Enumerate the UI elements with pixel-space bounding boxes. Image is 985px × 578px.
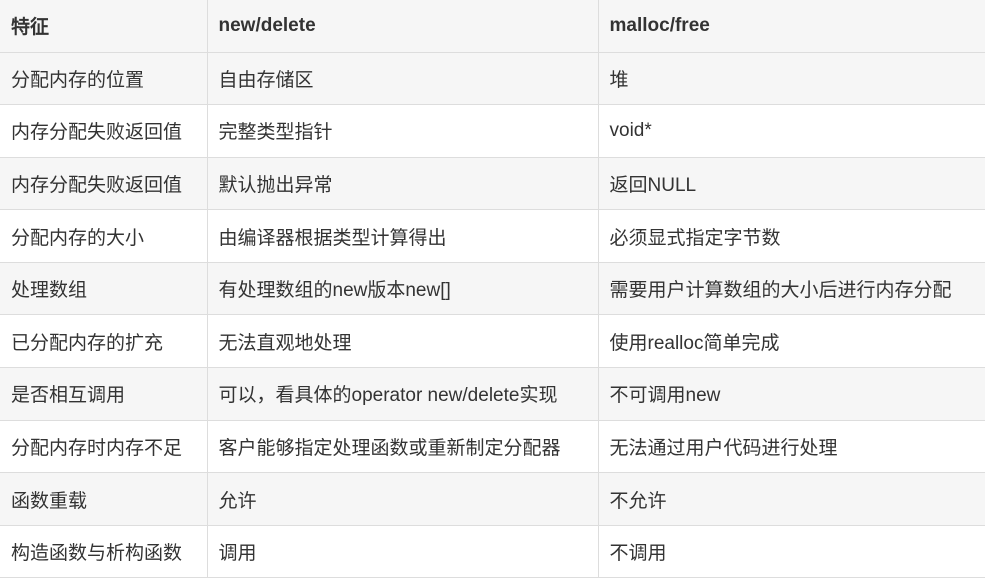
feature-cell: 分配内存的大小 xyxy=(0,209,208,263)
header-feature: 特征 xyxy=(0,0,208,53)
malloc-free-cell: 不调用 xyxy=(597,524,985,578)
malloc-free-cell: 堆 xyxy=(597,51,985,106)
new-delete-cell: 自由存储区 xyxy=(206,51,599,106)
new-delete-cell: 有处理数组的new版本new[] xyxy=(206,261,599,316)
table-row: 构造函数与析构函数 调用 不调用 xyxy=(0,524,985,578)
malloc-free-cell: 不允许 xyxy=(597,472,985,526)
table-row: 处理数组 有处理数组的new版本new[] 需要用户计算数组的大小后进行内存分配 xyxy=(0,261,985,316)
table-row: 内存分配失败返回值 默认抛出异常 返回NULL xyxy=(0,156,985,211)
header-malloc-free: malloc/free xyxy=(597,0,985,53)
table-row: 函数重载 允许 不允许 xyxy=(0,472,985,526)
new-delete-cell: 允许 xyxy=(206,472,599,526)
new-delete-cell: 完整类型指针 xyxy=(206,104,599,158)
malloc-free-cell: 需要用户计算数组的大小后进行内存分配 xyxy=(597,261,985,316)
feature-cell: 内存分配失败返回值 xyxy=(0,104,208,158)
table-row: 已分配内存的扩充 无法直观地处理 使用realloc简单完成 xyxy=(0,314,985,369)
malloc-free-cell: 必须显式指定字节数 xyxy=(597,209,985,263)
table-row: 分配内存的大小 由编译器根据类型计算得出 必须显式指定字节数 xyxy=(0,209,985,263)
malloc-free-cell: 使用realloc简单完成 xyxy=(597,314,985,369)
malloc-free-cell: void* xyxy=(597,104,985,158)
feature-cell: 分配内存的位置 xyxy=(0,51,208,106)
new-delete-cell: 可以，看具体的operator new/delete实现 xyxy=(206,367,599,421)
malloc-free-cell: 无法通过用户代码进行处理 xyxy=(597,419,985,474)
feature-cell: 构造函数与析构函数 xyxy=(0,524,208,578)
new-delete-cell: 调用 xyxy=(206,524,599,578)
new-delete-cell: 无法直观地处理 xyxy=(206,314,599,369)
feature-cell: 内存分配失败返回值 xyxy=(0,156,208,211)
table-row: 分配内存的位置 自由存储区堆 xyxy=(0,51,985,106)
comparison-table: 特征 new/delete malloc/free 分配内存的位置 自由存储区堆内… xyxy=(0,0,985,578)
table-row: 分配内存时内存不足 客户能够指定处理函数或重新制定分配器 无法通过用户代码进行处理 xyxy=(0,419,985,474)
feature-cell: 是否相互调用 xyxy=(0,367,208,421)
new-delete-cell: 默认抛出异常 xyxy=(206,156,599,211)
feature-cell: 函数重载 xyxy=(0,472,208,526)
new-delete-cell: 由编译器根据类型计算得出 xyxy=(206,209,599,263)
new-delete-cell: 客户能够指定处理函数或重新制定分配器 xyxy=(206,419,599,474)
header-new-delete: new/delete xyxy=(206,0,599,53)
table-header-row: 特征 new/delete malloc/free xyxy=(0,0,985,53)
table-row: 是否相互调用 可以，看具体的operator new/delete实现 不可调用ne… xyxy=(0,367,985,421)
feature-cell: 分配内存时内存不足 xyxy=(0,419,208,474)
table-row: 内存分配失败返回值 完整类型指针 void* xyxy=(0,104,985,158)
feature-cell: 处理数组 xyxy=(0,261,208,316)
malloc-free-cell: 返回NULL xyxy=(597,156,985,211)
malloc-free-cell: 不可调用new xyxy=(597,367,985,421)
feature-cell: 已分配内存的扩充 xyxy=(0,314,208,369)
